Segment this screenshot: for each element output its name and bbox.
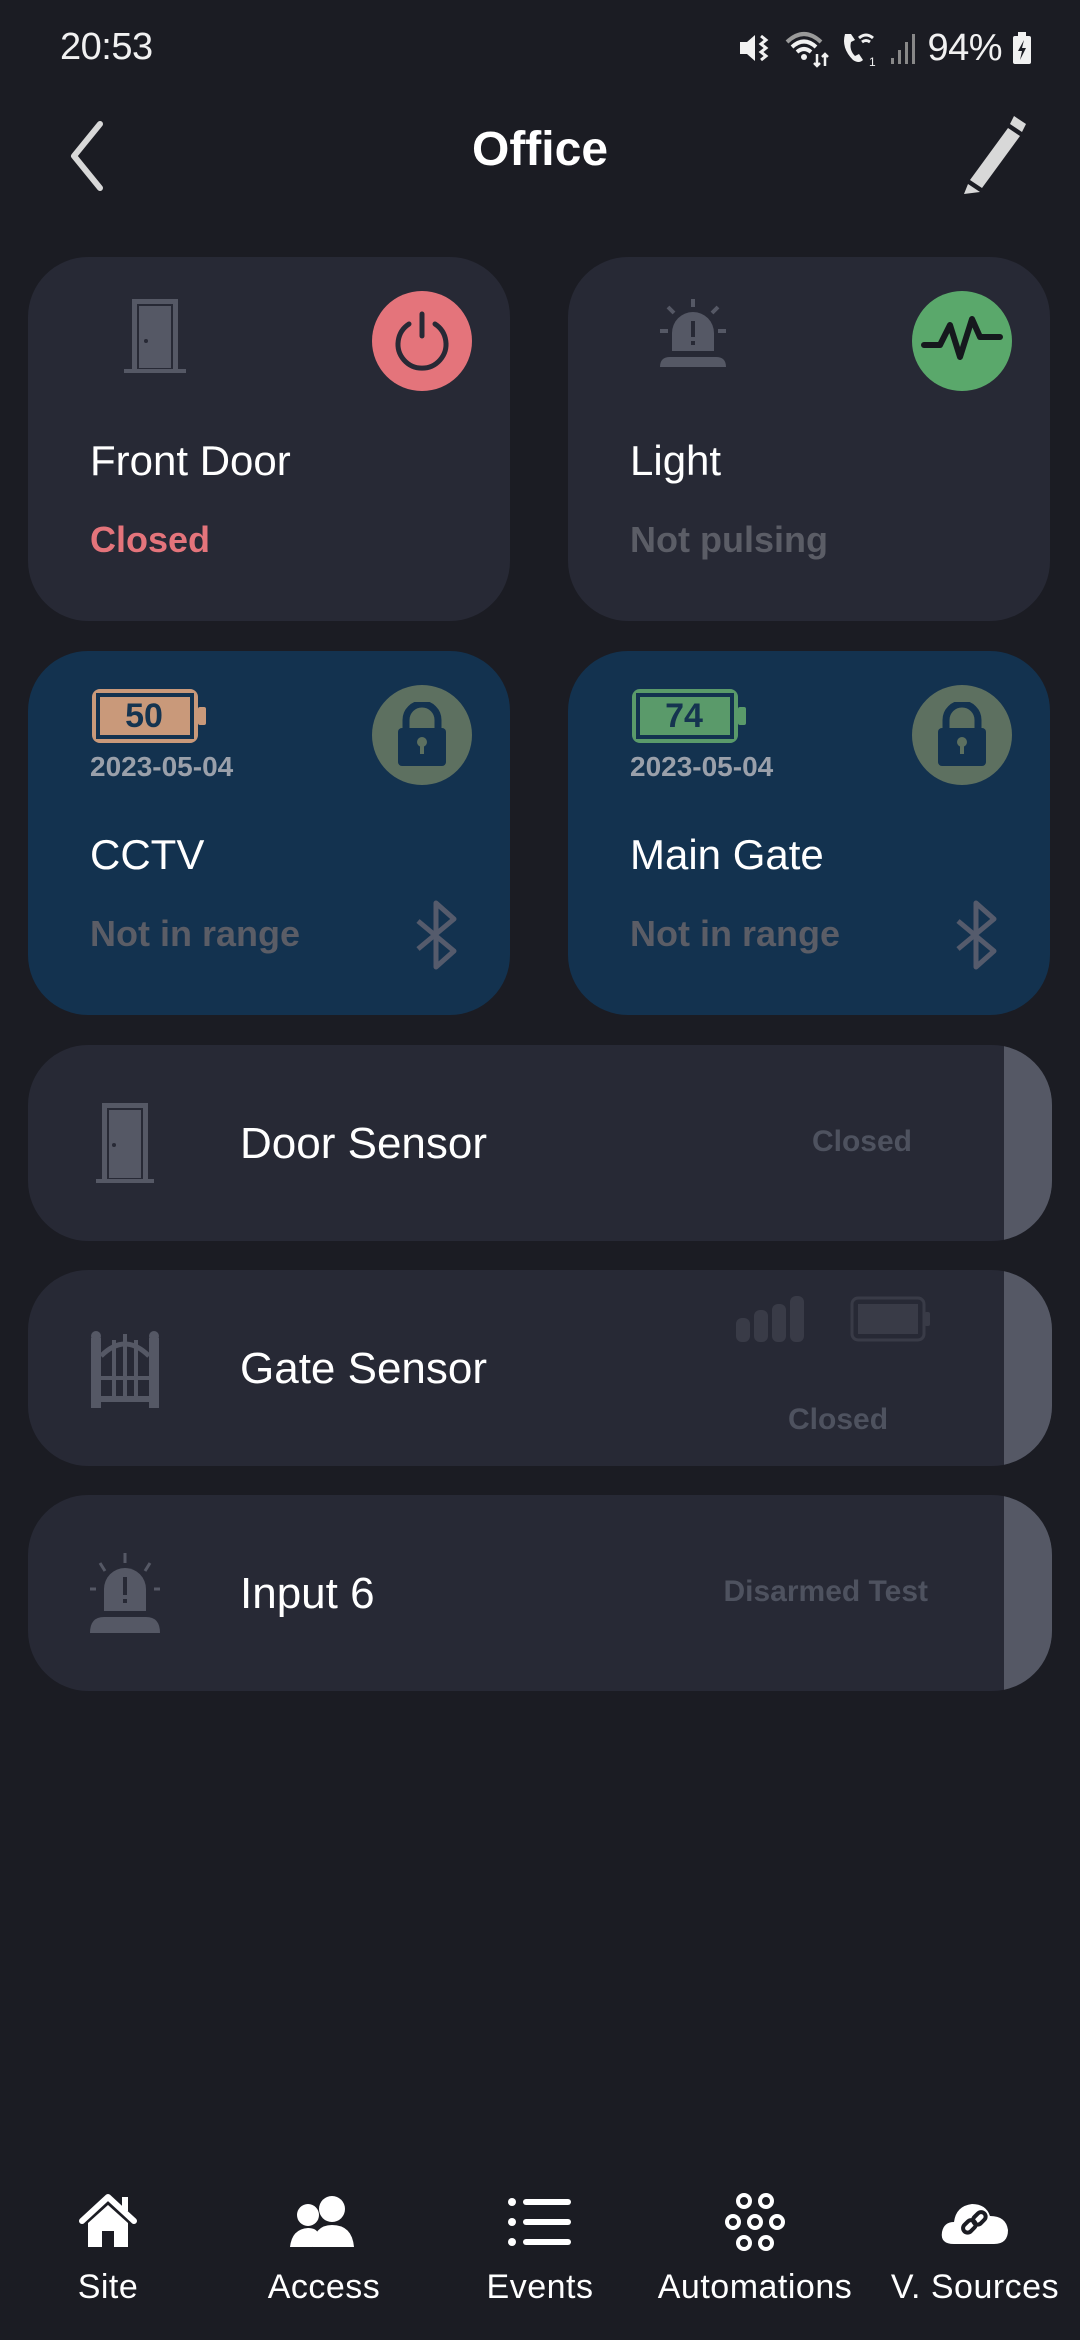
cloud-link-icon [935,2188,1015,2256]
row-status: Closed [788,1403,889,1436]
nav-events[interactable]: Events [470,2188,610,2328]
power-icon [395,311,449,371]
tile-name: Main Gate [630,831,824,878]
battery-percent: 94% [927,26,1002,69]
nav-access[interactable]: Access [254,2188,394,2328]
list-item-input-6[interactable]: Input 6 Disarmed Test [28,1495,1052,1691]
row-status: Disarmed Test [723,1575,928,1608]
edit-button[interactable] [952,110,1032,194]
battery-charging-icon [1012,30,1032,66]
siren-icon [88,1551,162,1635]
wifi-calling-icon: 1 [839,28,879,68]
door-icon [88,1101,162,1185]
lock-icon [398,702,446,766]
tile-name: Front Door [90,437,291,484]
pulse-icon [921,316,1003,360]
tile-date: 2023-05-04 [630,751,774,782]
battery-level: 74 [665,697,703,735]
list-item-door-sensor[interactable]: Door Sensor Closed [28,1045,1052,1241]
bottom-navigation: Site Access Events Automations V. Source… [0,2170,1080,2340]
nav-label: Events [486,2268,594,2306]
svg-text:1: 1 [869,55,876,68]
page-title: Office [471,123,609,176]
lock-button[interactable] [372,685,472,785]
nav-label: Access [267,2268,381,2306]
wifi-icon [783,28,830,68]
tile-date: 2023-05-04 [90,751,234,782]
drag-handle[interactable] [1004,1045,1052,1241]
nav-v-sources[interactable]: V. Sources [880,2188,1070,2328]
signal-strength-icon [736,1296,804,1342]
tile-cctv[interactable]: 50 2023-05-04 CCTV Not in range [28,651,510,1015]
power-button[interactable] [372,291,472,391]
battery-icon [850,1296,930,1342]
pulse-button[interactable] [912,291,1012,391]
gate-icon [88,1326,162,1410]
list-item-gate-sensor[interactable]: Gate Sensor Closed [28,1270,1052,1466]
row-name: Input 6 [240,1569,375,1618]
lock-button[interactable] [912,685,1012,785]
bluetooth-icon [956,900,997,970]
tile-light[interactable]: Light Not pulsing [568,257,1050,621]
nav-automations[interactable]: Automations [650,2188,860,2328]
status-bar: 20:53 1 94% [0,0,1080,96]
tile-status: Closed [90,519,211,560]
list-icon [500,2188,580,2256]
drag-handle[interactable] [1004,1495,1052,1691]
status-icons: 1 94% [737,26,1032,70]
mute-vibrate-icon [737,30,773,66]
lock-icon [938,702,986,766]
tile-status: Not in range [90,913,301,954]
row-name: Door Sensor [240,1119,488,1168]
users-icon [284,2188,364,2256]
pencil-icon [964,116,1026,194]
tile-front-door[interactable]: Front Door Closed [28,257,510,621]
nav-label: V. Sources [890,2268,1060,2306]
cell-signal-icon [889,30,917,66]
app-header: Office [0,100,1080,210]
automations-icon [715,2188,795,2256]
drag-handle[interactable] [1004,1270,1052,1466]
status-time: 20:53 [60,26,153,68]
tile-main-gate[interactable]: 74 2023-05-04 Main Gate Not in range [568,651,1050,1015]
nav-label: Site [77,2268,139,2306]
door-icon [118,295,188,375]
tile-name: Light [630,437,722,484]
siren-icon [658,295,728,375]
bluetooth-icon [416,900,457,970]
tile-status: Not in range [630,913,841,954]
tile-name: CCTV [90,831,205,878]
row-status: Closed [811,1125,912,1158]
nav-label: Automations [657,2268,853,2306]
nav-site[interactable]: Site [48,2188,168,2328]
row-name: Gate Sensor [240,1344,488,1393]
tile-status: Not pulsing [630,519,828,560]
home-icon [68,2188,148,2256]
battery-level: 50 [125,697,163,735]
